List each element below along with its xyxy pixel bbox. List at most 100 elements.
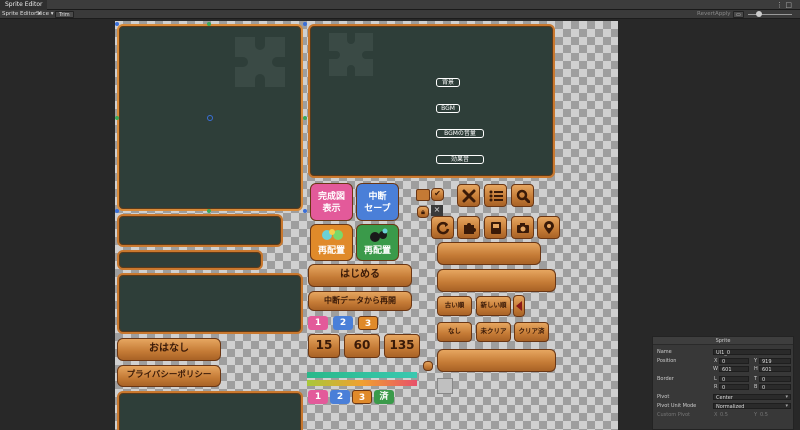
- zoom-slider-handle[interactable]: [756, 11, 762, 17]
- inspector-row-border: Border L 0 T 0: [657, 375, 791, 383]
- privacy-policy-button[interactable]: プライバシーポリシー: [117, 365, 221, 387]
- start-button[interactable]: はじめる: [308, 264, 412, 287]
- selection-handle[interactable]: [115, 116, 119, 120]
- width-field[interactable]: 601: [719, 366, 749, 373]
- selection-handle[interactable]: [207, 22, 211, 26]
- puzzle-watermark-icon: [235, 37, 285, 87]
- sprite-canvas[interactable]: 背景 BGM BGMの音量 効果音 おはなし プライバシーポリシー 完成図 表示…: [115, 21, 618, 430]
- rearrange-button-green[interactable]: 再配置: [356, 224, 399, 261]
- reload-button[interactable]: [431, 216, 454, 239]
- mascot-icon: [365, 228, 391, 242]
- rearrange-button-orange[interactable]: 再配置: [310, 224, 353, 261]
- selection-handle[interactable]: [303, 22, 307, 26]
- piece-count-135-button[interactable]: 135: [384, 334, 420, 358]
- selection-handle[interactable]: [303, 116, 307, 120]
- sprite-panel-wide[interactable]: [117, 214, 283, 247]
- number-tabs-top: 1 2 3: [308, 316, 388, 330]
- sort-newest-button[interactable]: 新しい順: [476, 296, 511, 316]
- b-label: B: [754, 384, 758, 390]
- search-button[interactable]: [511, 184, 534, 207]
- field-label: Pivot Unit Mode: [657, 403, 697, 409]
- border-bottom-field[interactable]: 0: [759, 384, 791, 391]
- x-label: X: [714, 412, 718, 418]
- settings-panel-sprite[interactable]: 背景 BGM BGMの音量 効果音: [308, 24, 555, 178]
- selection-handle[interactable]: [207, 209, 211, 213]
- selection-handle[interactable]: [115, 209, 119, 213]
- empty-sprite-slot[interactable]: [437, 378, 453, 394]
- height-field[interactable]: 601: [759, 366, 791, 373]
- position-x-field[interactable]: 0: [719, 358, 749, 365]
- mascot-icon: [319, 228, 345, 242]
- border-right-field[interactable]: 0: [719, 384, 749, 391]
- lock-icon: 🔒︎: [421, 208, 425, 216]
- zoom-icon[interactable]: ▭: [733, 11, 744, 18]
- tab-2[interactable]: 2: [330, 390, 350, 404]
- pivot-unit-dropdown[interactable]: Normalized: [713, 403, 791, 410]
- progress-bar-teal: [307, 372, 417, 378]
- map-pin-button[interactable]: [537, 216, 560, 239]
- album-button[interactable]: [484, 216, 507, 239]
- list-icon: [489, 190, 503, 201]
- back-arrow-button[interactable]: [513, 295, 525, 317]
- show-complete-button[interactable]: 完成図 表示: [310, 183, 353, 221]
- checkbox-empty[interactable]: [416, 189, 430, 201]
- pivot-marker[interactable]: [207, 115, 213, 121]
- filter-cleared-button[interactable]: クリア済: [514, 322, 549, 342]
- wood-bar-blank[interactable]: [437, 269, 556, 292]
- album-icon: [490, 221, 501, 234]
- slice-dropdown[interactable]: Slice ▾: [36, 10, 53, 19]
- zoom-slider-track[interactable]: [748, 14, 792, 15]
- w-label: W: [713, 366, 718, 372]
- tab-1[interactable]: 1: [308, 390, 328, 404]
- window-menu-icon[interactable]: ⋮ □: [776, 0, 792, 10]
- inspector-row-position: Position X 0 Y 919: [657, 357, 791, 365]
- piece-count-15-button[interactable]: 15: [308, 334, 340, 358]
- border-top-field[interactable]: 0: [759, 376, 791, 383]
- list-button[interactable]: [484, 184, 507, 207]
- suspend-save-button[interactable]: 中断 セーブ: [356, 183, 399, 221]
- wood-bar-blank[interactable]: [437, 242, 541, 265]
- tab-sprite-editor[interactable]: Sprite Editor: [0, 0, 48, 10]
- camera-icon: [516, 222, 529, 233]
- sprite-panel-bottom[interactable]: [117, 391, 303, 430]
- wood-bar-blank[interactable]: [437, 349, 556, 372]
- revert-button[interactable]: Revert: [697, 10, 715, 19]
- apply-button[interactable]: Apply: [715, 10, 731, 19]
- name-field[interactable]: UI1_0: [713, 349, 791, 356]
- sort-oldest-button[interactable]: 古い順: [437, 296, 472, 316]
- camera-button[interactable]: [511, 216, 534, 239]
- filter-none-button[interactable]: なし: [437, 322, 472, 342]
- label-sound-effects: 効果音: [436, 155, 484, 164]
- trim-button[interactable]: Trim: [55, 11, 74, 18]
- inspector-row-border-2: R 0 B 0: [657, 383, 791, 391]
- sprite-inspector-panel: Sprite Name UI1_0 Position X 0 Y 919 W 6…: [652, 336, 794, 430]
- h-label: H: [754, 366, 758, 372]
- tab-3[interactable]: 3: [358, 316, 378, 330]
- story-button[interactable]: おはなし: [117, 338, 221, 361]
- tab-2[interactable]: 2: [333, 316, 353, 330]
- close-button[interactable]: [457, 184, 480, 207]
- piece-count-60-button[interactable]: 60: [344, 334, 380, 358]
- sprite-panel-thin[interactable]: [117, 250, 263, 270]
- position-y-field[interactable]: 919: [759, 358, 791, 365]
- selection-handle[interactable]: [303, 209, 307, 213]
- border-left-field[interactable]: 0: [719, 376, 749, 383]
- resume-button[interactable]: 中断データから再開: [308, 291, 412, 311]
- chevron-down-icon: ▾: [785, 403, 788, 409]
- sprite-panel-medium[interactable]: [117, 273, 303, 334]
- filter-uncleared-button[interactable]: 未クリア: [476, 322, 511, 342]
- field-label: Custom Pivot: [657, 412, 691, 418]
- pivot-dropdown[interactable]: Center: [713, 394, 791, 401]
- inspector-row-pivot: Pivot Center ▾: [657, 393, 791, 401]
- tab-1[interactable]: 1: [308, 316, 328, 330]
- selection-handle[interactable]: [115, 22, 119, 26]
- puzzle-button[interactable]: [457, 216, 480, 239]
- checkbox-checked[interactable]: ✔: [431, 188, 444, 201]
- lock-button[interactable]: 🔒︎: [417, 206, 429, 218]
- small-close-icon[interactable]: ×: [431, 205, 443, 216]
- x-label: X: [714, 358, 718, 364]
- tab-3[interactable]: 3: [352, 390, 372, 404]
- tab-cleared[interactable]: 済: [374, 390, 394, 404]
- sprite-editor-window: Sprite Editor ⋮ □ Sprite Editor ▾ Slice …: [0, 0, 800, 430]
- small-wood-tile[interactable]: [423, 361, 433, 371]
